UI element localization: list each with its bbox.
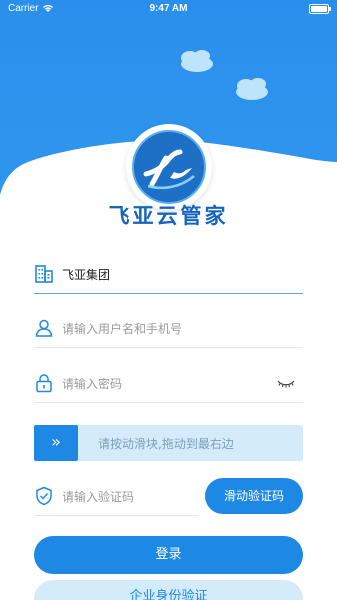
cloud-icon — [181, 50, 213, 72]
eye-closed-icon[interactable] — [277, 375, 295, 394]
login-button[interactable]: 登录 — [34, 536, 303, 574]
app-title: 飞亚云管家 — [108, 204, 229, 228]
company-field[interactable]: 飞亚集团 — [34, 264, 303, 294]
double-chevron-right-icon: » — [51, 432, 61, 451]
username-underline — [34, 347, 303, 348]
captcha-underline — [34, 515, 199, 516]
password-placeholder: 请输入密码 — [62, 377, 123, 391]
enterprise-verify-button[interactable]: 企业身份验证 — [34, 580, 303, 600]
company-underline — [34, 293, 303, 294]
cloud-icon — [236, 78, 268, 100]
slider-captcha[interactable]: » 请按动滑块,拖动到最右边 — [34, 425, 303, 461]
status-time: 9:47 AM — [149, 3, 188, 14]
username-placeholder: 请输入用户名和手机号 — [62, 322, 183, 336]
company-value: 飞亚集团 — [62, 268, 111, 282]
app-logo-icon — [126, 124, 212, 210]
password-underline — [34, 402, 303, 403]
password-field[interactable]: 请输入密码 — [34, 373, 303, 403]
slide-captcha-button[interactable]: 滑动验证码 — [205, 478, 303, 514]
slider-handle[interactable]: » — [34, 425, 78, 461]
user-icon — [34, 318, 54, 338]
shield-check-icon — [34, 486, 54, 506]
slider-hint: 请按动滑块,拖动到最右边 — [98, 437, 234, 451]
captcha-field[interactable]: 请输入验证码 — [34, 486, 199, 516]
lock-icon — [34, 373, 54, 393]
captcha-placeholder: 请输入验证码 — [62, 490, 135, 504]
battery-icon — [309, 4, 331, 14]
status-bar: Carrier 9:47 AM — [0, 0, 337, 18]
username-field[interactable]: 请输入用户名和手机号 — [34, 318, 303, 348]
building-icon — [34, 264, 54, 284]
